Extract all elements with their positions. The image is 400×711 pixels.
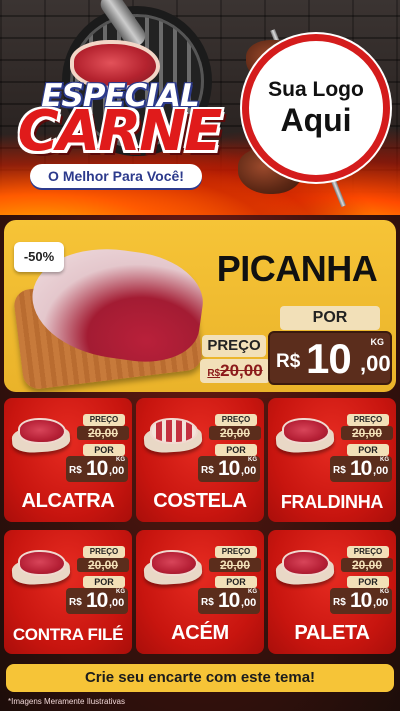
por-label: POR (347, 444, 389, 456)
new-price: R$ 10 ,00 KG (268, 331, 392, 385)
product-card-costela[interactable]: PREÇO 20,00 POR R$ 10 ,00 KG COSTELA (136, 398, 264, 522)
product-card-acem[interactable]: PREÇO 20,00 POR R$ 10 ,00 KG ACÉM (136, 530, 264, 654)
product-name: PALETA (294, 622, 370, 644)
product-name: CONTRA FILÉ (12, 625, 124, 644)
product-name: ACÉM (171, 622, 229, 644)
price-unit: KG (116, 589, 125, 595)
old-price: 20,00 (209, 426, 261, 440)
old-price: 20,00 (77, 558, 129, 572)
price-currency: R$ (201, 465, 214, 476)
por-label: POR (83, 444, 125, 456)
price-currency: R$ (276, 351, 301, 372)
new-price: R$ 10 ,00 KG (66, 588, 128, 614)
logo-line1: Sua Logo (268, 78, 364, 101)
price-unit: KG (248, 457, 257, 463)
product-name: FRALDINHA (280, 492, 384, 512)
meat-icon (150, 418, 198, 444)
price-integer: 10 (86, 589, 108, 612)
price-cents: ,00 (109, 465, 125, 477)
price-label: PREÇO (83, 546, 125, 558)
price-currency: R$ (333, 465, 346, 476)
price-currency: R$ (69, 597, 82, 608)
price-unit: KG (248, 589, 257, 595)
discount-badge: -50% (14, 242, 64, 272)
price-cents: ,00 (373, 597, 389, 609)
product-card-fraldinha[interactable]: PREÇO 20,00 POR R$ 10 ,00 KG FRALDINHA (268, 398, 396, 522)
old-price-value: 20,00 (220, 361, 263, 380)
price-currency: R$ (333, 597, 346, 608)
price-label: PREÇO (215, 414, 257, 426)
product-card-contra-file[interactable]: PREÇO 20,00 POR R$ 10 ,00 KG CONTRA FILÉ (4, 530, 132, 654)
price-unit: KG (116, 457, 125, 463)
product-card-paleta[interactable]: PREÇO 20,00 POR R$ 10 ,00 KG PALETA (268, 530, 396, 654)
por-label: POR (280, 306, 380, 330)
tagline: O Melhor Para Você! (30, 164, 202, 188)
old-price-currency: R$ (207, 368, 221, 379)
logo-placeholder[interactable]: Sua Logo Aqui (242, 34, 390, 182)
product-card-alcatra[interactable]: PREÇO 20,00 POR R$ 10 ,00 KG ALCATRA (4, 398, 132, 522)
new-price: R$ 10 ,00 KG (198, 588, 260, 614)
old-price: 20,00 (341, 558, 393, 572)
price-integer: 10 (218, 589, 240, 612)
logo-line2: Aqui (280, 102, 352, 138)
price-label: PREÇO (83, 414, 125, 426)
flyer-page: ESPECIAL CARNE O Melhor Para Você! Sua L… (0, 0, 400, 711)
price-integer: 10 (218, 457, 240, 480)
price-currency: R$ (69, 465, 82, 476)
cta-banner[interactable]: Crie seu encarte com este tema! (6, 664, 394, 692)
price-currency: R$ (201, 597, 214, 608)
product-name: ALCATRA (21, 490, 115, 512)
price-integer: 10 (306, 335, 352, 382)
price-integer: 10 (86, 457, 108, 480)
por-label: POR (83, 576, 125, 588)
price-label: PREÇO (215, 546, 257, 558)
new-price: R$ 10 ,00 KG (66, 456, 128, 482)
meat-icon (282, 550, 330, 576)
price-integer: 10 (350, 589, 372, 612)
meat-icon (18, 418, 66, 444)
old-price: R$20,00 (200, 359, 270, 383)
price-cents: ,00 (373, 465, 389, 477)
meat-icon (18, 550, 66, 576)
product-name: PICANHA (216, 248, 378, 289)
meat-icon (282, 418, 330, 444)
header-banner: ESPECIAL CARNE O Melhor Para Você! Sua L… (0, 0, 400, 215)
disclaimer-text: *Imagens Meramente Ilustrativas (8, 697, 125, 706)
new-price: R$ 10 ,00 KG (198, 456, 260, 482)
por-label: POR (215, 444, 257, 456)
old-price: 20,00 (77, 426, 129, 440)
price-integer: 10 (350, 457, 372, 480)
price-cents: ,00 (360, 351, 391, 376)
price-cents: ,00 (109, 597, 125, 609)
price-label: PREÇO (202, 335, 266, 357)
new-price: R$ 10 ,00 KG (330, 588, 392, 614)
price-label: PREÇO (347, 414, 389, 426)
price-label: PREÇO (347, 546, 389, 558)
meat-icon (150, 550, 198, 576)
price-unit: KG (370, 337, 385, 347)
price-cents: ,00 (241, 597, 257, 609)
por-label: POR (215, 576, 257, 588)
price-unit: KG (380, 457, 389, 463)
product-name: COSTELA (153, 490, 247, 512)
por-label: POR (347, 576, 389, 588)
title-carne: CARNE (17, 99, 223, 164)
price-cents: ,00 (241, 465, 257, 477)
featured-product-card[interactable]: -50% PICANHA PREÇO R$20,00 POR R$ 10 ,00… (4, 220, 396, 392)
old-price: 20,00 (209, 558, 261, 572)
old-price: 20,00 (341, 426, 393, 440)
price-unit: KG (380, 589, 389, 595)
new-price: R$ 10 ,00 KG (330, 456, 392, 482)
